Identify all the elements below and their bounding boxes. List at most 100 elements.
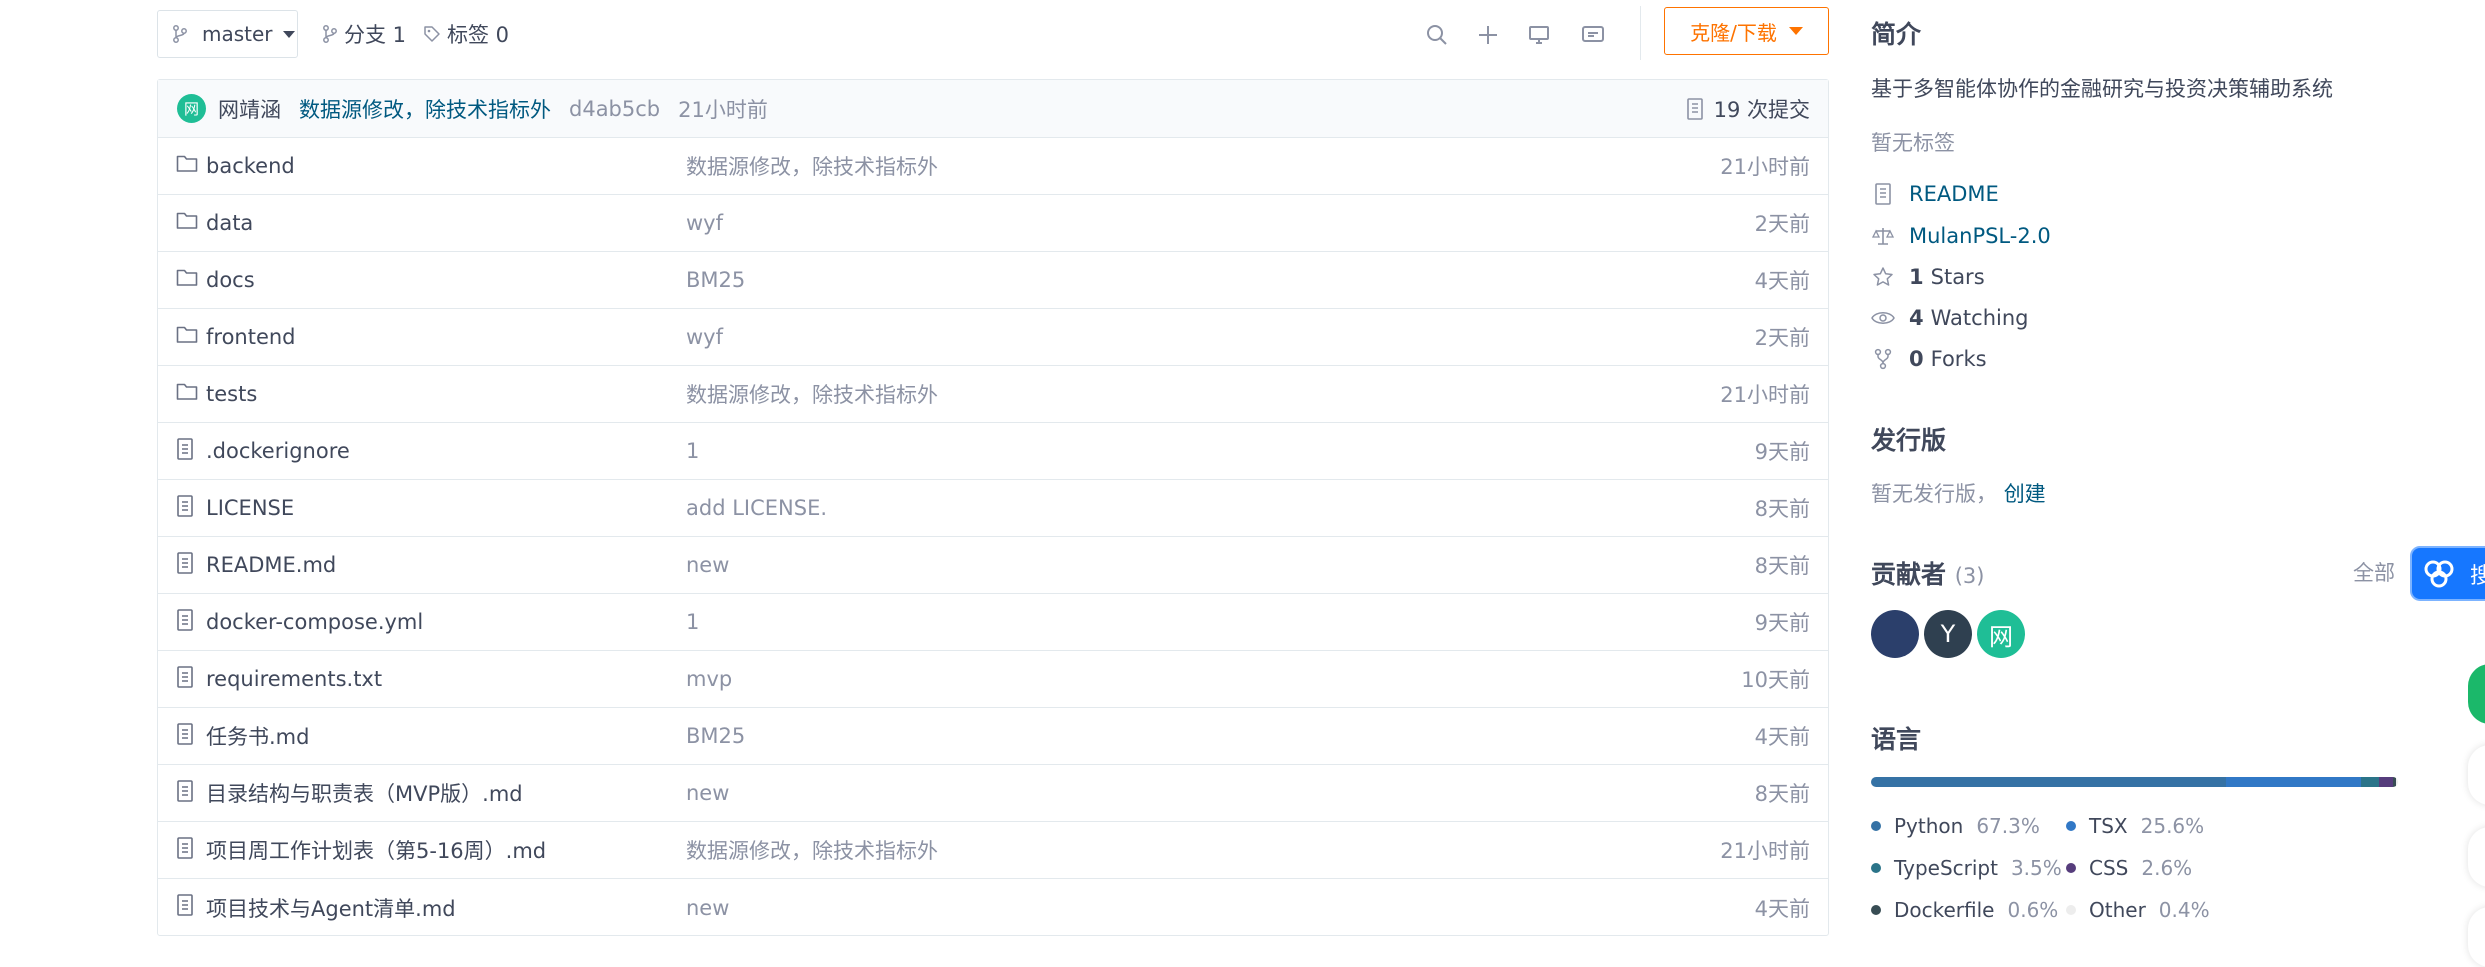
file-commit-message[interactable]: 数据源修改，除技术指标外: [686, 151, 938, 181]
file-name[interactable]: 任务书.md: [206, 721, 309, 751]
license-link[interactable]: MulanPSL-2.0: [1871, 221, 2051, 251]
floating-assistant-button[interactable]: 搜: [2410, 546, 2485, 601]
commit-hash[interactable]: d4ab5cb: [569, 97, 660, 121]
file-row[interactable]: .dockerignore 1 9天前: [158, 423, 1828, 480]
forks-label: Forks: [1930, 347, 1987, 371]
avatar[interactable]: 网: [177, 94, 206, 123]
latest-commit-bar: 网 网靖涵 数据源修改，除技术指标外 d4ab5cb 21小时前 19 次提交: [158, 80, 1828, 138]
file-row[interactable]: frontend wyf 2天前: [158, 309, 1828, 366]
file-icon: [176, 894, 198, 918]
file-name[interactable]: README.md: [206, 553, 336, 577]
file-row[interactable]: requirements.txt mvp 10天前: [158, 651, 1828, 708]
repo-toolbar: master 分支 1 标签 0 克隆/下载: [157, 6, 1829, 60]
branches-link[interactable]: 分支 1: [322, 10, 406, 58]
folder-icon: [176, 153, 198, 177]
file-name[interactable]: 项目技术与Agent清单.md: [206, 893, 456, 923]
file-row[interactable]: data wyf 2天前: [158, 195, 1828, 252]
create-release-link[interactable]: 创建: [2004, 482, 2046, 506]
file-name[interactable]: frontend: [206, 325, 296, 349]
language-bar-segment: [2225, 777, 2361, 787]
file-commit-message[interactable]: new: [686, 781, 729, 805]
file-commit-message[interactable]: 1: [686, 610, 699, 634]
search-icon[interactable]: [1424, 22, 1450, 48]
commit-author[interactable]: 网靖涵: [218, 94, 281, 124]
language-bar-segment: [1871, 777, 2226, 787]
file-name[interactable]: tests: [206, 382, 257, 406]
monitor-icon[interactable]: [1526, 22, 1552, 48]
file-commit-message[interactable]: new: [686, 896, 729, 920]
file-icon: [176, 438, 198, 462]
language-bar: [1871, 777, 2398, 787]
contributor-avatar[interactable]: Y: [1924, 610, 1972, 658]
contributor-avatar[interactable]: 网: [1977, 610, 2025, 658]
file-commit-message[interactable]: BM25: [686, 268, 745, 292]
branch-icon: [323, 25, 337, 43]
branch-icon: [173, 25, 187, 43]
file-name[interactable]: .dockerignore: [206, 439, 350, 463]
commit-count-label: 19 次提交: [1713, 98, 1810, 122]
all-contributors-link[interactable]: 全部: [2353, 557, 2395, 587]
file-row[interactable]: tests 数据源修改，除技术指标外 21小时前: [158, 366, 1828, 423]
stars-label: Stars: [1930, 265, 1985, 289]
file-icon: [176, 837, 198, 861]
language-item: Python 67.3%: [1871, 811, 2040, 841]
stars-link[interactable]: 1 Stars: [1871, 262, 1985, 292]
file-commit-message[interactable]: wyf: [686, 325, 723, 349]
file-name[interactable]: data: [206, 211, 253, 235]
file-commit-message[interactable]: 数据源修改，除技术指标外: [686, 835, 938, 865]
file-commit-message[interactable]: add LICENSE.: [686, 496, 827, 520]
commit-count-link[interactable]: 19 次提交: [1686, 80, 1810, 138]
readme-label: README: [1909, 182, 1999, 206]
comment-icon[interactable]: [1580, 22, 1606, 48]
commit-message[interactable]: 数据源修改，除技术指标外: [299, 94, 551, 124]
file-name[interactable]: 项目周工作计划表（第5-16周）.md: [206, 835, 546, 865]
file-commit-message[interactable]: wyf: [686, 211, 723, 235]
file-name[interactable]: docs: [206, 268, 255, 292]
edge-button[interactable]: [2468, 745, 2485, 805]
file-commit-message[interactable]: BM25: [686, 724, 745, 748]
file-row[interactable]: README.md new 8天前: [158, 537, 1828, 594]
file-name[interactable]: docker-compose.yml: [206, 610, 423, 634]
file-row[interactable]: 项目周工作计划表（第5-16周）.md 数据源修改，除技术指标外 21小时前: [158, 822, 1828, 879]
file-icon: [176, 495, 198, 519]
plus-icon[interactable]: [1475, 22, 1501, 48]
readme-link[interactable]: README: [1871, 179, 1999, 209]
file-row[interactable]: backend 数据源修改，除技术指标外 21小时前: [158, 138, 1828, 195]
file-name[interactable]: backend: [206, 154, 295, 178]
contributor-avatar[interactable]: [1871, 610, 1919, 658]
clone-download-button[interactable]: 克隆/下载: [1664, 7, 1829, 55]
branch-select[interactable]: master: [157, 10, 298, 58]
file-name[interactable]: 目录结构与职责表（MVP版）.md: [206, 778, 523, 808]
language-item: Other 0.4%: [2066, 895, 2210, 925]
file-row[interactable]: 项目技术与Agent清单.md new 4天前: [158, 879, 1828, 936]
edge-button[interactable]: [2468, 907, 2485, 967]
commit-time: 21小时前: [678, 97, 768, 122]
language-name: Dockerfile: [1894, 898, 1995, 922]
contributors-heading: 贡献者 (3): [1871, 555, 1984, 591]
language-name: TSX: [2089, 814, 2128, 838]
file-time: 21小时前: [1720, 155, 1810, 179]
file-row[interactable]: LICENSE add LICENSE. 8天前: [158, 480, 1828, 537]
file-commit-message[interactable]: mvp: [686, 667, 732, 691]
edge-button[interactable]: [2468, 827, 2485, 887]
tags-link[interactable]: 标签 0: [423, 10, 509, 58]
forks-link[interactable]: 0 Forks: [1871, 344, 1987, 374]
file-time: 9天前: [1754, 440, 1810, 464]
file-commit-message[interactable]: 数据源修改，除技术指标外: [686, 379, 938, 409]
file-commit-message[interactable]: 1: [686, 439, 699, 463]
file-time: 2天前: [1754, 212, 1810, 236]
language-item: CSS 2.6%: [2066, 853, 2192, 883]
file-row[interactable]: 任务书.md BM25 4天前: [158, 708, 1828, 765]
file-row[interactable]: 目录结构与职责表（MVP版）.md new 8天前: [158, 765, 1828, 822]
watching-link[interactable]: 4 Watching: [1871, 303, 2028, 333]
file-row[interactable]: docs BM25 4天前: [158, 252, 1828, 309]
file-commit-message[interactable]: new: [686, 553, 729, 577]
language-name: Python: [1894, 814, 1964, 838]
edge-button-green[interactable]: [2468, 664, 2485, 724]
file-icon: [176, 780, 198, 804]
file-name[interactable]: requirements.txt: [206, 667, 382, 691]
language-dot-icon: [1871, 821, 1881, 831]
file-name[interactable]: LICENSE: [206, 496, 294, 520]
file-row[interactable]: docker-compose.yml 1 9天前: [158, 594, 1828, 651]
language-item: TSX 25.6%: [2066, 811, 2204, 841]
